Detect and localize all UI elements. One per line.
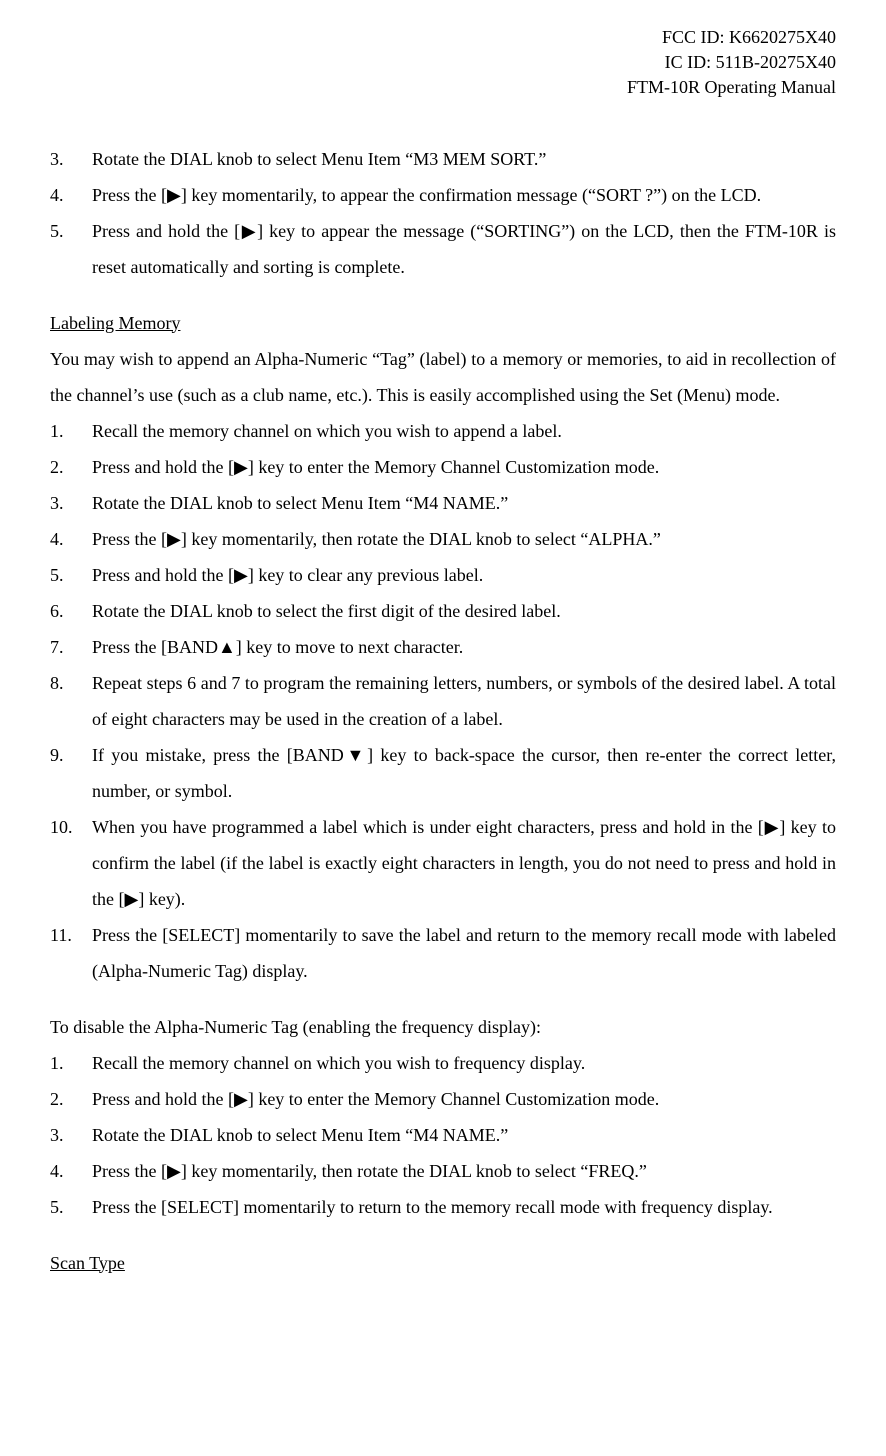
list-item: Rotate the DIAL knob to select the first… (50, 593, 836, 629)
ic-id: IC ID: 511B-20275X40 (50, 50, 836, 75)
list-item: Press the [SELECT] momentarily to save t… (50, 917, 836, 989)
list-item: Press the [▶] key momentarily, then rota… (50, 1153, 836, 1189)
manual-title: FTM-10R Operating Manual (50, 75, 836, 100)
section-title-scan: Scan Type (50, 1245, 836, 1281)
list-item: If you mistake, press the [BAND▼] key to… (50, 737, 836, 809)
list-item: Press and hold the [▶] key to enter the … (50, 1081, 836, 1117)
section-title-labeling: Labeling Memory (50, 305, 836, 341)
list-item: Recall the memory channel on which you w… (50, 413, 836, 449)
labeling-intro: You may wish to append an Alpha-Numeric … (50, 341, 836, 413)
section1-list: Rotate the DIAL knob to select Menu Item… (50, 141, 836, 285)
list-item: Press the [▶] key momentarily, to appear… (50, 177, 836, 213)
fcc-id: FCC ID: K6620275X40 (50, 25, 836, 50)
list-item: Press the [BAND▲] key to move to next ch… (50, 629, 836, 665)
document-header: FCC ID: K6620275X40 IC ID: 511B-20275X40… (50, 25, 836, 101)
list-item: Press the [▶] key momentarily, then rota… (50, 521, 836, 557)
disable-intro: To disable the Alpha-Numeric Tag (enabli… (50, 1009, 836, 1045)
labeling-list: Recall the memory channel on which you w… (50, 413, 836, 989)
list-item: Rotate the DIAL knob to select Menu Item… (50, 141, 836, 177)
list-item: Recall the memory channel on which you w… (50, 1045, 836, 1081)
list-item: Press the [SELECT] momentarily to return… (50, 1189, 836, 1225)
disable-list: Recall the memory channel on which you w… (50, 1045, 836, 1225)
list-item: Press and hold the [▶] key to appear the… (50, 213, 836, 285)
list-item: Repeat steps 6 and 7 to program the rema… (50, 665, 836, 737)
list-item: Rotate the DIAL knob to select Menu Item… (50, 485, 836, 521)
list-item: Press and hold the [▶] key to enter the … (50, 449, 836, 485)
list-item: Press and hold the [▶] key to clear any … (50, 557, 836, 593)
list-item: When you have programmed a label which i… (50, 809, 836, 917)
list-item: Rotate the DIAL knob to select Menu Item… (50, 1117, 836, 1153)
